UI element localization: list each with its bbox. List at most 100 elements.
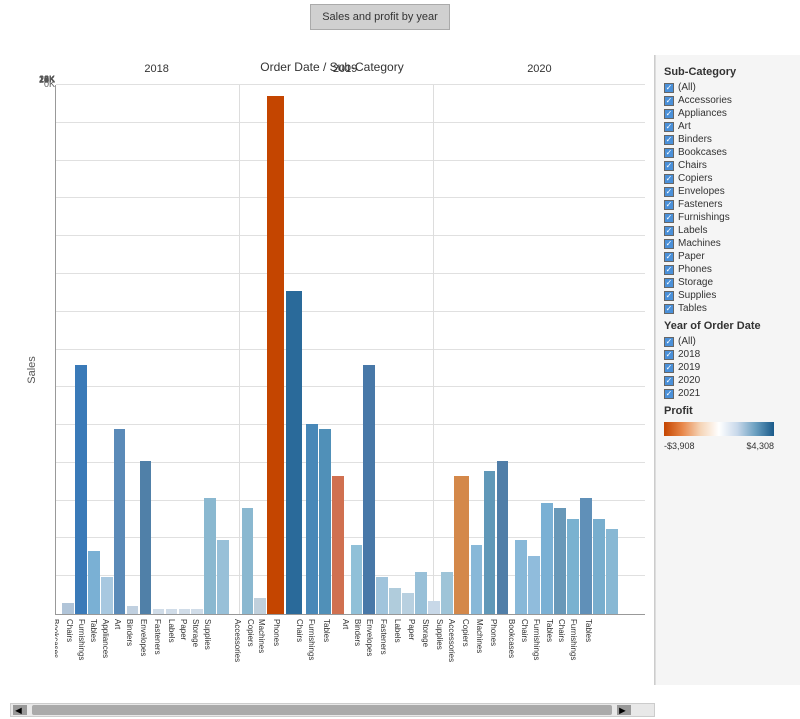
legend-year-2020[interactable]: 2020 xyxy=(664,375,792,386)
bar-fasteners-2018 xyxy=(166,609,178,614)
bar-furnishings-2020 xyxy=(541,503,553,614)
checkbox-binders[interactable] xyxy=(664,135,674,145)
legend-label-storage: Storage xyxy=(678,277,713,288)
xlabel-copiers-2019: Copiers xyxy=(461,619,470,647)
legend-item-binders[interactable]: Binders xyxy=(664,134,792,145)
checkbox-fasteners[interactable] xyxy=(664,200,674,210)
legend-item-paper[interactable]: Paper xyxy=(664,251,792,262)
chart-tooltip: Sales and profit by year xyxy=(310,4,450,30)
bar-labels-2018 xyxy=(179,609,191,614)
legend-item-storage[interactable]: Storage xyxy=(664,277,792,288)
legend-item-machines[interactable]: Machines xyxy=(664,238,792,249)
legend-item-tables[interactable]: Tables xyxy=(664,303,792,314)
legend-item-chairs[interactable]: Chairs xyxy=(664,160,792,171)
legend-label-all: (All) xyxy=(678,82,696,93)
checkbox-supplies[interactable] xyxy=(664,291,674,301)
legend-year-2019-label: 2019 xyxy=(678,362,700,373)
bar-extra1-2020 xyxy=(567,519,579,614)
scrollbar-thumb[interactable] xyxy=(32,705,612,715)
checkbox-machines[interactable] xyxy=(664,239,674,249)
legend-item-appliances[interactable]: Appliances xyxy=(664,108,792,119)
scroll-left-arrow[interactable]: ◄ xyxy=(13,705,27,715)
legend-label-tables: Tables xyxy=(678,303,707,314)
legend-label-bookcases: Bookcases xyxy=(678,147,727,158)
legend-item-furnishings[interactable]: Furnishings xyxy=(664,212,792,223)
checkbox-storage[interactable] xyxy=(664,278,674,288)
bar-furnishings-2018 xyxy=(88,551,100,614)
horizontal-scrollbar[interactable]: ◄ ► xyxy=(10,703,655,717)
legend-item-envelopes[interactable]: Envelopes xyxy=(664,186,792,197)
main-container: Sales and profit by year Order Date / Su… xyxy=(0,0,800,719)
legend-label-supplies: Supplies xyxy=(678,290,716,301)
checkbox-paper[interactable] xyxy=(664,252,674,262)
bar-envelopes-2019 xyxy=(376,577,388,614)
legend-year-2018[interactable]: 2018 xyxy=(664,349,792,360)
legend-year-all[interactable]: (All) xyxy=(664,336,792,347)
legend-label-furnishings: Furnishings xyxy=(678,212,730,223)
legend-year-2021[interactable]: 2021 xyxy=(664,388,792,399)
legend-label-fasteners: Fasteners xyxy=(678,199,722,210)
legend-year-2019[interactable]: 2019 xyxy=(664,362,792,373)
legend-label-art: Art xyxy=(678,121,691,132)
grid-line-22k xyxy=(56,197,645,198)
checkbox-all[interactable] xyxy=(664,83,674,93)
profit-gradient xyxy=(664,422,774,436)
checkbox-chairs[interactable] xyxy=(664,161,674,171)
bar-envelopes-2018 xyxy=(153,609,165,614)
checkbox-labels[interactable] xyxy=(664,226,674,236)
legend-item-accessories[interactable]: Accessories xyxy=(664,95,792,106)
xlabel-storage-2018: Storage xyxy=(191,619,200,647)
checkbox-year-2019[interactable] xyxy=(664,363,674,373)
bar-extra2-2020 xyxy=(580,498,592,614)
xlabel-chairs-2018: Chairs xyxy=(65,619,74,642)
xlabel-more3-2020: Tables xyxy=(584,619,593,642)
checkbox-appliances[interactable] xyxy=(664,109,674,119)
checkbox-envelopes[interactable] xyxy=(664,187,674,197)
year-legend-title: Year of Order Date xyxy=(664,320,792,332)
checkbox-accessories[interactable] xyxy=(664,96,674,106)
checkbox-copiers[interactable] xyxy=(664,174,674,184)
bar-accessories-2019 xyxy=(454,476,469,614)
xlabel-bookcases-2020: Bookcases xyxy=(507,619,516,658)
bar-accessories-machines xyxy=(242,508,254,614)
checkbox-year-2021[interactable] xyxy=(664,389,674,399)
xlabel-supplies-2019: Supplies xyxy=(435,619,444,650)
legend-item-copiers[interactable]: Copiers xyxy=(664,173,792,184)
legend-item-labels[interactable]: Labels xyxy=(664,225,792,236)
bar-phones-2019 xyxy=(497,461,509,614)
scroll-right-arrow[interactable]: ► xyxy=(617,705,631,715)
xlabel-art-2019: Art xyxy=(341,619,350,629)
legend-item-art[interactable]: Art xyxy=(664,121,792,132)
legend-label-chairs: Chairs xyxy=(678,160,707,171)
bar-extra4-2020 xyxy=(606,529,618,614)
xlabel-tables-2020: Tables xyxy=(545,619,554,642)
checkbox-year-all[interactable] xyxy=(664,337,674,347)
legend-item-phones[interactable]: Phones xyxy=(664,264,792,275)
xlabel-furnishings-2020: Furnishings xyxy=(532,619,541,660)
legend-item-supplies[interactable]: Supplies xyxy=(664,290,792,301)
checkbox-phones[interactable] xyxy=(664,265,674,275)
legend-item-all[interactable]: (All) xyxy=(664,82,792,93)
xlabel-storage-2019: Storage xyxy=(421,619,430,647)
xlabel-binders-2019: Binders xyxy=(353,619,362,646)
checkbox-art[interactable] xyxy=(664,122,674,132)
bar-chairs-2020 xyxy=(528,556,540,614)
legend-item-bookcases[interactable]: Bookcases xyxy=(664,147,792,158)
bar-art-2019 xyxy=(351,545,363,614)
checkbox-bookcases[interactable] xyxy=(664,148,674,158)
bar-tables-2018 xyxy=(101,577,113,614)
checkbox-tables[interactable] xyxy=(664,304,674,314)
legend-label-paper: Paper xyxy=(678,251,705,262)
profit-max-label: $4,308 xyxy=(746,441,774,451)
bar-phones-machines xyxy=(286,291,302,614)
bar-labels-2019 xyxy=(402,593,414,614)
legend-item-fasteners[interactable]: Fasteners xyxy=(664,199,792,210)
xlabel-labels-2019: Labels xyxy=(393,619,402,643)
xlabel-paper-2018: Paper xyxy=(179,619,188,640)
checkbox-furnishings[interactable] xyxy=(664,213,674,223)
xlabel-labels-2018: Labels xyxy=(167,619,176,643)
xlabel-bookcases-2018: Bookcases xyxy=(55,619,60,658)
xlabel-chairs-f: Chairs xyxy=(295,619,304,642)
checkbox-year-2018[interactable] xyxy=(664,350,674,360)
checkbox-year-2020[interactable] xyxy=(664,376,674,386)
